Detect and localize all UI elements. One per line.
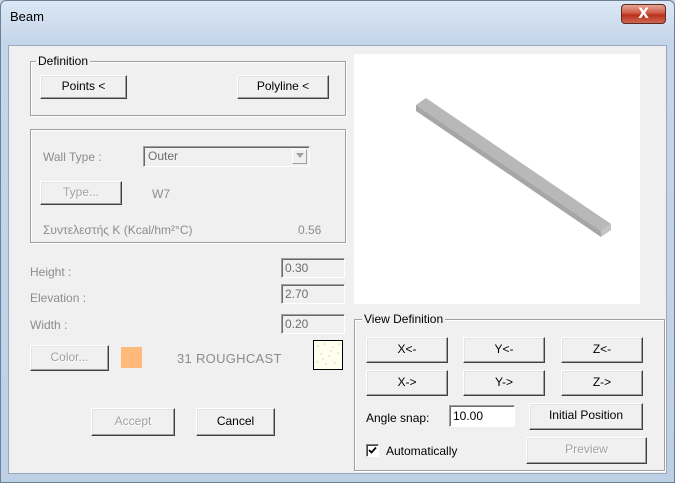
width-field[interactable]: 0.20 bbox=[281, 314, 345, 334]
accept-button[interactable]: Accept bbox=[91, 408, 175, 436]
type-button[interactable]: Type... bbox=[40, 181, 122, 205]
title-bar[interactable]: Beam X bbox=[0, 0, 675, 32]
elevation-label: Elevation : bbox=[30, 291, 87, 305]
height-field[interactable]: 0.30 bbox=[281, 258, 345, 278]
preview-viewport[interactable] bbox=[354, 54, 640, 304]
rotate-x-negative-button[interactable]: X<- bbox=[366, 337, 448, 363]
k-coefficient-label: Συντελεστής K (Kcal/hm²°C) bbox=[43, 223, 193, 237]
polyline-button[interactable]: Polyline < bbox=[237, 75, 329, 99]
checkmark-icon bbox=[368, 446, 377, 454]
wall-type-select[interactable]: Outer bbox=[143, 146, 310, 167]
k-coefficient-value: 0.56 bbox=[298, 223, 322, 237]
close-icon: X bbox=[638, 6, 649, 22]
texture-preview[interactable] bbox=[313, 340, 343, 370]
beam-side-face bbox=[416, 105, 601, 237]
automatically-label: Automatically bbox=[386, 444, 458, 458]
window-title: Beam bbox=[10, 9, 44, 24]
automatically-checkbox[interactable] bbox=[366, 444, 379, 457]
elevation-field[interactable]: 2.70 bbox=[281, 284, 345, 304]
cancel-button[interactable]: Cancel bbox=[196, 408, 275, 436]
wall-type-code: W7 bbox=[152, 187, 170, 201]
beam-top-face bbox=[416, 98, 611, 231]
rotate-y-negative-button[interactable]: Y<- bbox=[463, 337, 545, 363]
color-button[interactable]: Color... bbox=[30, 345, 109, 371]
width-label: Width : bbox=[30, 318, 68, 332]
color-name: 31 ROUGHCAST bbox=[177, 351, 282, 366]
height-label: Height : bbox=[30, 265, 72, 279]
color-swatch bbox=[121, 347, 142, 368]
texture-pattern-icon bbox=[316, 343, 340, 365]
angle-snap-input[interactable]: 10.00 bbox=[449, 405, 515, 427]
view-definition-legend: View Definition bbox=[362, 312, 446, 326]
initial-position-button[interactable]: Initial Position bbox=[529, 403, 643, 430]
beam-3d-preview bbox=[416, 98, 611, 237]
rotate-x-positive-button[interactable]: X-> bbox=[366, 370, 448, 396]
wall-type-label: Wall Type : bbox=[43, 150, 102, 164]
preview-button[interactable]: Preview bbox=[526, 437, 647, 464]
close-button[interactable]: X bbox=[621, 4, 666, 24]
definition-legend: Definition bbox=[36, 54, 91, 68]
points-button[interactable]: Points < bbox=[40, 75, 127, 99]
rotate-z-positive-button[interactable]: Z-> bbox=[561, 370, 643, 396]
rotate-y-positive-button[interactable]: Y-> bbox=[463, 370, 545, 396]
angle-snap-label: Angle snap: bbox=[366, 411, 430, 425]
rotate-z-negative-button[interactable]: Z<- bbox=[561, 337, 643, 363]
wall-type-value: Outer bbox=[148, 149, 179, 163]
dropdown-arrow-icon[interactable] bbox=[292, 149, 307, 164]
